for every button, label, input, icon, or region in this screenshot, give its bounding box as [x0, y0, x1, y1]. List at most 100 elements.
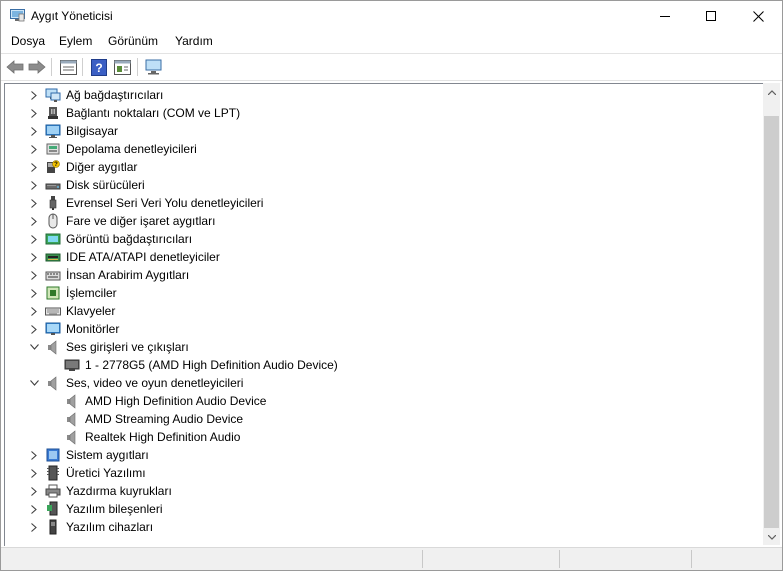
monitor-device-icon — [64, 357, 80, 373]
tree-category[interactable]: Monitörler — [5, 320, 761, 338]
scroll-up-button[interactable] — [763, 84, 780, 100]
show-hidden-button[interactable] — [112, 57, 132, 77]
chevron-right-icon[interactable] — [29, 104, 39, 122]
speaker-icon — [64, 429, 80, 445]
tree-category[interactable]: Üretici Yazılımı — [5, 464, 761, 482]
show-hidden-icon — [113, 59, 131, 75]
chevron-right-icon[interactable] — [29, 194, 39, 212]
speaker-icon — [45, 339, 61, 355]
tree-category[interactable]: Yazdırma kuyrukları — [5, 482, 761, 500]
chevron-right-icon[interactable] — [29, 320, 39, 338]
chevron-right-icon[interactable] — [29, 446, 39, 464]
tree-category[interactable]: Klavyeler — [5, 302, 761, 320]
menu-bar: Dosya Eylem Görünüm Yardım — [1, 31, 782, 52]
minimize-button[interactable] — [642, 1, 688, 31]
device-manager-window: Aygıt Yöneticisi Dosya Eylem Görünüm Yar… — [0, 0, 783, 571]
tree-item-label: AMD High Definition Audio Device — [85, 394, 267, 408]
status-bar — [1, 547, 782, 570]
device-tree[interactable]: Ağ bağdaştırıcıları Bağlantı noktaları (C… — [4, 83, 763, 546]
chevron-up-icon — [767, 89, 776, 95]
tree-device[interactable]: AMD Streaming Audio Device — [5, 410, 761, 428]
chevron-right-icon[interactable] — [29, 212, 39, 230]
chevron-down-icon[interactable] — [29, 374, 39, 392]
menu-yardim[interactable]: Yardım — [175, 34, 213, 48]
chevron-right-icon[interactable] — [29, 500, 39, 518]
tree-item-label: Ses, video ve oyun denetleyicileri — [66, 376, 244, 390]
tree-category[interactable]: Ses, video ve oyun denetleyicileri — [5, 374, 761, 392]
tree-category[interactable]: Fare ve diğer işaret aygıtları — [5, 212, 761, 230]
processor-icon — [45, 285, 61, 301]
keyboard-icon — [45, 303, 61, 319]
forward-button[interactable] — [27, 57, 47, 77]
chevron-right-icon[interactable] — [29, 176, 39, 194]
ide-icon — [45, 249, 61, 265]
chevron-right-icon[interactable] — [29, 518, 39, 536]
scan-hardware-button[interactable] — [144, 57, 164, 77]
tree-category[interactable]: Ağ bağdaştırıcıları — [5, 86, 761, 104]
chevron-right-icon[interactable] — [29, 86, 39, 104]
chevron-right-icon[interactable] — [29, 248, 39, 266]
tree-category[interactable]: ? Diğer aygıtlar — [5, 158, 761, 176]
chevron-down-icon[interactable] — [29, 338, 39, 356]
chevron-right-icon[interactable] — [29, 302, 39, 320]
chevron-right-icon[interactable] — [29, 266, 39, 284]
tree-category[interactable]: Görüntü bağdaştırıcıları — [5, 230, 761, 248]
chevron-right-icon[interactable] — [29, 140, 39, 158]
tree-category[interactable]: Bilgisayar — [5, 122, 761, 140]
tree-category[interactable]: İşlemciler — [5, 284, 761, 302]
maximize-button[interactable] — [688, 1, 734, 31]
back-button[interactable] — [5, 57, 25, 77]
tree-item-label: IDE ATA/ATAPI denetleyiciler — [66, 250, 220, 264]
tree-item-label: Ağ bağdaştırıcıları — [66, 88, 164, 102]
tree-device[interactable]: 1 - 2778G5 (AMD High Definition Audio De… — [5, 356, 761, 374]
properties-button[interactable] — [58, 57, 78, 77]
tree-category[interactable]: Ses girişleri ve çıkışları — [5, 338, 761, 356]
scroll-down-button[interactable] — [763, 529, 780, 545]
help-button[interactable]: ? — [89, 57, 109, 77]
tree-item-label: Üretici Yazılımı — [66, 466, 146, 480]
properties-icon — [59, 59, 77, 75]
window-title: Aygıt Yöneticisi — [31, 9, 113, 23]
tree-item-label: İnsan Arabirim Aygıtları — [66, 268, 190, 282]
vertical-scrollbar[interactable] — [763, 83, 780, 545]
tree-item-label: Yazdırma kuyrukları — [66, 484, 172, 498]
menu-eylem[interactable]: Eylem — [59, 34, 92, 48]
tree-category[interactable]: Yazılım bileşenleri — [5, 500, 761, 518]
tree-item-label: Fare ve diğer işaret aygıtları — [66, 214, 216, 228]
disk-drive-icon — [45, 177, 61, 193]
usb-icon — [45, 195, 61, 211]
forward-icon — [28, 60, 46, 74]
tree-item-label: Bağlantı noktaları (COM ve LPT) — [66, 106, 241, 120]
tree-device[interactable]: AMD High Definition Audio Device — [5, 392, 761, 410]
tree-device[interactable]: Realtek High Definition Audio — [5, 428, 761, 446]
chevron-right-icon[interactable] — [29, 230, 39, 248]
close-button[interactable] — [735, 1, 781, 31]
computer-icon — [45, 123, 61, 139]
network-adapter-icon — [45, 87, 61, 103]
menu-gorunum[interactable]: Görünüm — [108, 34, 158, 48]
speaker-icon — [64, 411, 80, 427]
menu-dosya[interactable]: Dosya — [11, 34, 45, 48]
tree-category[interactable]: Disk sürücüleri — [5, 176, 761, 194]
tree-category[interactable]: Yazılım cihazları — [5, 518, 761, 536]
chevron-right-icon[interactable] — [29, 464, 39, 482]
chevron-right-icon[interactable] — [29, 122, 39, 140]
tree-category[interactable]: Depolama denetleyicileri — [5, 140, 761, 158]
tree-category[interactable]: İnsan Arabirim Aygıtları — [5, 266, 761, 284]
tree-category[interactable]: Bağlantı noktaları (COM ve LPT) — [5, 104, 761, 122]
tree-category[interactable]: Evrensel Seri Veri Yolu denetleyicileri — [5, 194, 761, 212]
display-adapter-icon — [45, 231, 61, 247]
chevron-right-icon[interactable] — [29, 482, 39, 500]
tree-category[interactable]: Sistem aygıtları — [5, 446, 761, 464]
other-devices-icon: ? — [45, 159, 61, 175]
print-queue-icon — [45, 483, 61, 499]
tree-item-label: Ses girişleri ve çıkışları — [66, 340, 189, 354]
scrollbar-thumb[interactable] — [764, 116, 779, 528]
svg-text:?: ? — [54, 162, 58, 168]
speaker-icon — [45, 375, 61, 391]
tree-category[interactable]: IDE ATA/ATAPI denetleyiciler — [5, 248, 761, 266]
tree-item-label: Evrensel Seri Veri Yolu denetleyicileri — [66, 196, 264, 210]
hid-icon — [45, 267, 61, 283]
chevron-right-icon[interactable] — [29, 284, 39, 302]
chevron-right-icon[interactable] — [29, 158, 39, 176]
